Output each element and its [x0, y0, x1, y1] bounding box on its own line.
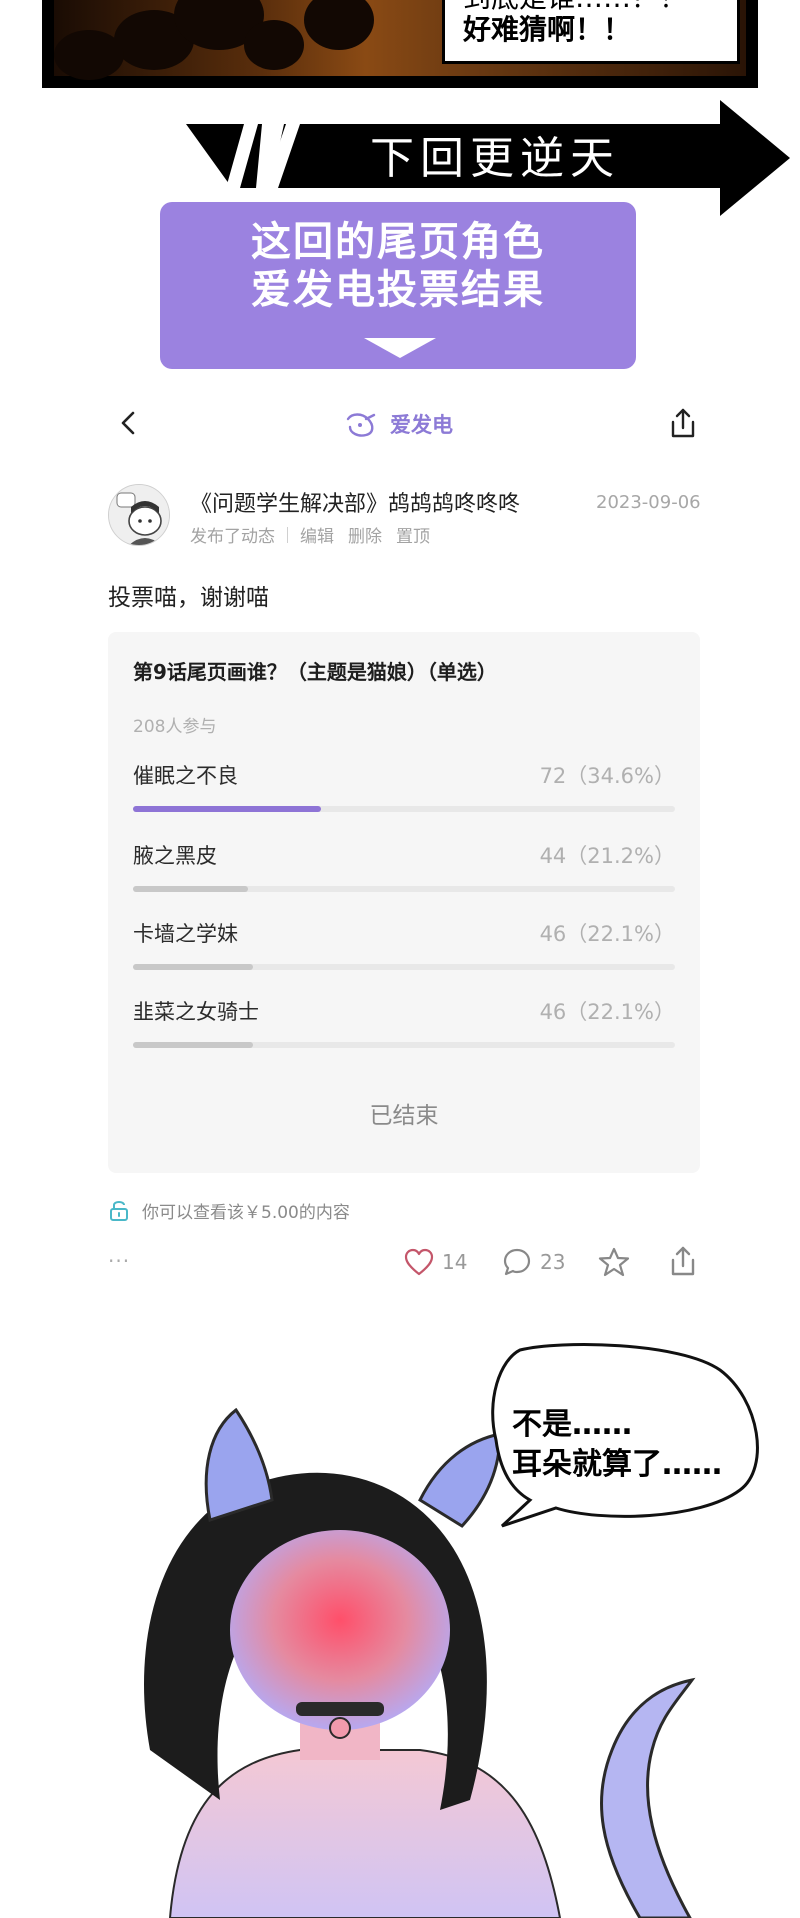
- poll-option-result: 46（22.1%）: [539, 1000, 675, 1024]
- share-icon[interactable]: [668, 406, 698, 440]
- star-icon[interactable]: [598, 1246, 630, 1278]
- poll-option[interactable]: 腋之黑皮 44（21.2%）: [133, 840, 675, 906]
- poll-option-label: 腋之黑皮: [133, 844, 217, 868]
- poll-progress-track: [133, 964, 675, 970]
- edit-button[interactable]: 编辑: [300, 522, 334, 547]
- poll-status: 已结束: [369, 1103, 439, 1129]
- poll-card: 第9话尾页画谁？（主题是猫娘）（单选） 208人参与 催眠之不良 72（34.6…: [108, 632, 700, 1173]
- poll-progress-track: [133, 806, 675, 812]
- bubble-text-line2: 耳朵就算了……: [512, 1447, 722, 1482]
- unlock-text: 你可以查看该￥5.00的内容: [142, 1202, 350, 1223]
- poll-progress-fill: [133, 1042, 253, 1048]
- poll-option[interactable]: 催眠之不良 72（34.6%）: [133, 760, 675, 826]
- share-icon[interactable]: [668, 1244, 698, 1278]
- poll-option-result: 44（21.2%）: [539, 844, 675, 868]
- unlock-row: 你可以查看该￥5.00的内容: [108, 1196, 350, 1224]
- comic-speech-bubble-bottom: 不是…… 耳朵就算了……: [488, 1345, 748, 1521]
- unlock-icon: [110, 1201, 128, 1221]
- post-body-text: 投票喵，谢谢喵: [108, 585, 269, 611]
- afdian-logo-icon: [346, 413, 376, 437]
- poll-progress-fill: [133, 806, 321, 812]
- like-button[interactable]: 14: [404, 1244, 467, 1280]
- chevron-left-icon[interactable]: [114, 408, 144, 438]
- poll-option-result: 72（34.6%）: [539, 764, 675, 788]
- poll-option-result: 46（22.1%）: [539, 922, 675, 946]
- vote-banner-line2: 爱发电投票结果: [251, 267, 545, 313]
- bubble-text-line1: 不是……: [512, 1407, 632, 1442]
- post-meta: 发布了动态 编辑 删除 置顶: [190, 522, 444, 547]
- poll-progress-fill: [133, 886, 248, 892]
- poll-progress-fill: [133, 964, 253, 970]
- heart-icon: [404, 1248, 434, 1276]
- divider: [287, 526, 288, 543]
- poll-option[interactable]: 卡墙之学妹 46（22.1%）: [133, 918, 675, 984]
- action-bar: ··· 14 23: [108, 1242, 704, 1282]
- comic-panel-top: 到底是谁……？！ 好难猜啊！！: [42, 0, 758, 88]
- poll-option-label: 韭菜之女骑士: [133, 1000, 259, 1024]
- vote-result-banner: 这回的尾页角色 爱发电投票结果: [160, 202, 636, 369]
- next-chapter-text: 下回更逆天: [370, 133, 620, 184]
- brand-name: 爱发电: [390, 413, 453, 437]
- poll-option-label: 卡墙之学妹: [133, 922, 238, 946]
- bubble-text-line2: 好难猜啊！！: [463, 13, 632, 46]
- avatar[interactable]: [108, 484, 170, 546]
- comment-icon: [503, 1248, 531, 1276]
- brand: 爱发电: [344, 408, 453, 440]
- pin-button[interactable]: 置顶: [396, 522, 430, 547]
- poll-progress-track: [133, 1042, 675, 1048]
- comment-count: 23: [540, 1250, 566, 1274]
- delete-button[interactable]: 删除: [348, 522, 382, 547]
- poll-option-label: 催眠之不良: [133, 764, 238, 788]
- post-date: 2023-09-06: [596, 492, 701, 513]
- bubble-text-line1: 到底是谁……？！: [463, 0, 719, 13]
- app-header: 爱发电: [108, 396, 704, 452]
- more-icon[interactable]: ···: [108, 1251, 134, 1271]
- poll-progress-track: [133, 886, 675, 892]
- post-title[interactable]: 《问题学生解决部》鸪鸪鸪咚咚咚: [190, 486, 520, 518]
- vote-banner-line1: 这回的尾页角色: [251, 219, 545, 265]
- poll-title: 第9话尾页画谁？（主题是猫娘）（单选）: [133, 660, 497, 684]
- comic-speech-bubble-top: 到底是谁……？！ 好难猜啊！！: [442, 0, 740, 64]
- poll-option[interactable]: 韭菜之女骑士 46（22.1%）: [133, 996, 675, 1062]
- comment-button[interactable]: 23: [502, 1244, 565, 1280]
- like-count: 14: [442, 1250, 468, 1274]
- poll-participants: 208人参与: [133, 717, 217, 737]
- avatar-cartoon-icon: [109, 485, 169, 545]
- down-arrow-icon: [364, 338, 436, 358]
- published-label: 发布了动态: [190, 527, 275, 547]
